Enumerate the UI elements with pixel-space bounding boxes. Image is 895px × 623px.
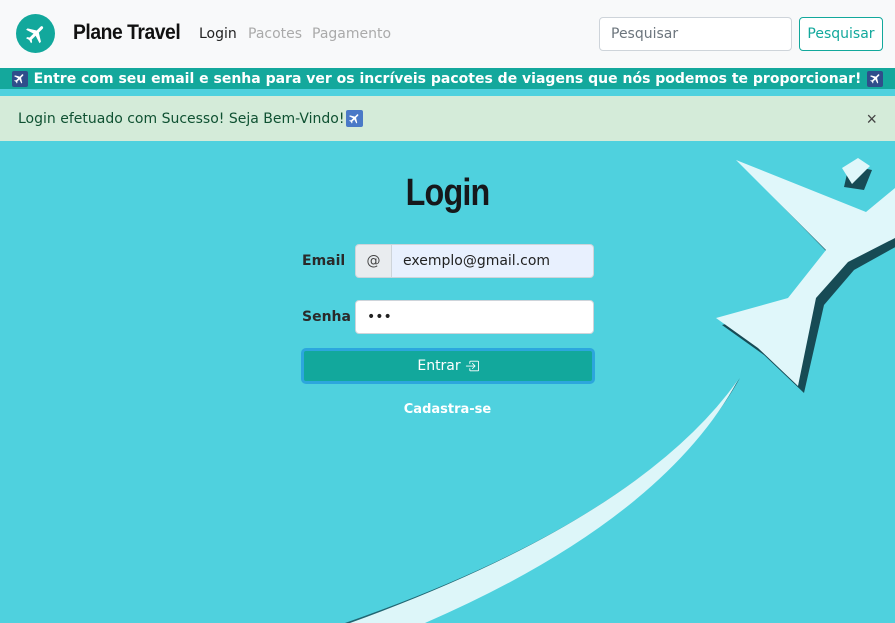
login-submit-button[interactable]: Entrar (301, 348, 595, 384)
password-label: Senha (302, 309, 351, 325)
brand-title[interactable]: Plane Travel (73, 21, 181, 45)
email-field[interactable] (392, 244, 594, 278)
close-icon[interactable]: × (866, 109, 877, 130)
nav-link-login[interactable]: Login (199, 26, 237, 42)
alert-text: Login efetuado com Sucesso! Seja Bem-Vin… (18, 110, 345, 127)
password-field[interactable] (355, 300, 594, 334)
success-alert: Login efetuado com Sucesso! Seja Bem-Vin… (0, 96, 895, 141)
email-addon: @ (355, 244, 392, 278)
airplane-icon (867, 70, 884, 87)
nav-link-pacotes[interactable]: Pacotes (248, 26, 302, 42)
airplane-icon (346, 110, 364, 127)
email-input-group: @ (355, 244, 594, 278)
airplane-logo-icon[interactable] (16, 14, 55, 53)
info-banner: Entre com seu email e senha para ver os … (0, 68, 895, 89)
navbar: Plane Travel Login Pacotes Pagamento Pes… (0, 0, 895, 68)
register-link[interactable]: Cadastra-se (0, 402, 895, 417)
email-label: Email (302, 253, 346, 269)
page-title: Login (405, 172, 490, 214)
airplane-icon (11, 70, 28, 87)
nav-link-pagamento[interactable]: Pagamento (312, 26, 391, 42)
banner-text: Entre com seu email e senha para ver os … (33, 70, 862, 87)
search-input[interactable] (599, 17, 792, 51)
submit-label: Entrar (417, 358, 461, 374)
search-button[interactable]: Pesquisar (799, 17, 883, 51)
sign-in-icon (465, 360, 479, 372)
